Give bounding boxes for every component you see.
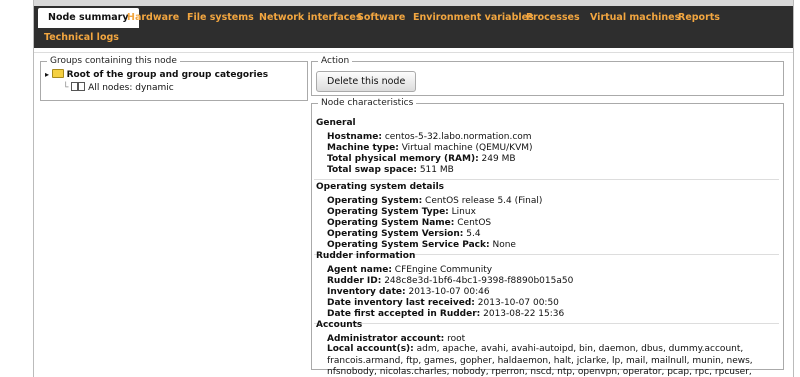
rudder-id-row: Rudder ID: 248c8e3d-1bf6-4bc1-9398-f8890…: [327, 276, 573, 286]
section-accounts-title: Accounts: [316, 320, 363, 330]
memory-label: Total physical memory (RAM):: [327, 154, 479, 164]
characteristics-legend: Node characteristics: [321, 98, 414, 108]
tree-root-node[interactable]: ▸ Root of the group and group categories: [45, 69, 268, 80]
os-type-value: Linux: [451, 207, 476, 217]
os-version-value: 5.4: [466, 229, 481, 239]
section-general-title: General: [316, 118, 356, 128]
hostname-label: Hostname:: [327, 132, 382, 142]
delete-node-button[interactable]: Delete this node: [316, 71, 417, 92]
admin-account-row: Administrator account: root: [327, 334, 465, 344]
memory-value: 249 MB: [481, 154, 516, 164]
local-accounts-label: Local account(s):: [327, 344, 414, 354]
last-received-value: 2013-10-07 00:50: [477, 298, 559, 308]
groups-fieldset: Groups containing this node ▸ Root of th…: [40, 56, 308, 101]
section-divider: [314, 323, 779, 324]
machine-type-label: Machine type:: [327, 143, 399, 153]
os-value: CentOS release 5.4 (Final): [425, 196, 543, 206]
characteristics-fieldset: Node characteristics General Hostname: c…: [311, 98, 784, 377]
os-label: Operating System:: [327, 196, 423, 206]
inventory-date-label: Inventory date:: [327, 287, 406, 297]
tab-bar-top-edge: [34, 0, 793, 6]
tree-expand-icon[interactable]: ▸: [45, 70, 52, 79]
os-version-row: Operating System Version: 5.4: [327, 229, 481, 239]
tree-root-label: Root of the group and group categories: [66, 70, 269, 80]
groups-legend: Groups containing this node: [50, 56, 177, 66]
tab-content-divider: [34, 48, 793, 53]
admin-account-label: Administrator account:: [327, 334, 445, 344]
swap-row: Total swap space: 511 MB: [327, 165, 454, 175]
document-icon: [71, 82, 79, 91]
agent-label: Agent name:: [327, 265, 392, 275]
tab-bar: Node summary Hardware File systems Netwo…: [34, 0, 793, 48]
machine-type-row: Machine type: Virtual machine (QEMU/KVM): [327, 143, 533, 153]
last-received-label: Date inventory last received:: [327, 298, 475, 308]
first-accepted-row: Date first accepted in Rudder: 2013-08-2…: [327, 309, 564, 319]
os-name-row: Operating System Name: CentOS: [327, 218, 491, 228]
os-name-value: CentOS: [457, 218, 492, 228]
last-received-row: Date inventory last received: 2013-10-07…: [327, 298, 559, 308]
action-legend: Action: [321, 56, 350, 66]
local-accounts-row: Local account(s): adm, apache, avahi, av…: [327, 344, 782, 377]
os-row: Operating System: CentOS release 5.4 (Fi…: [327, 196, 542, 206]
agent-value: CFEngine Community: [394, 265, 493, 275]
os-sp-value: None: [492, 240, 516, 250]
os-type-label: Operating System Type:: [327, 207, 449, 217]
rudder-id-value: 248c8e3d-1bf6-4bc1-9398-f8890b015a50: [384, 276, 574, 286]
node-details-panel: Node summary Hardware File systems Netwo…: [33, 0, 794, 377]
memory-row: Total physical memory (RAM): 249 MB: [327, 154, 516, 164]
hostname-row: Hostname: centos-5-32.labo.normation.com: [327, 132, 532, 142]
document-icon: [78, 82, 86, 91]
os-name-label: Operating System Name:: [327, 218, 455, 228]
tree-child-node[interactable]: └ All nodes: dynamic: [63, 82, 174, 93]
rudder-id-label: Rudder ID:: [327, 276, 382, 286]
tree-child-label: All nodes: dynamic: [88, 83, 174, 93]
os-sp-row: Operating System Service Pack: None: [327, 240, 516, 250]
first-accepted-value: 2013-08-22 15:36: [483, 309, 565, 319]
tree-connector-icon: └: [63, 83, 69, 93]
inventory-date-row: Inventory date: 2013-10-07 00:46: [327, 287, 490, 297]
machine-type-value: Virtual machine (QEMU/KVM): [401, 143, 533, 153]
admin-account-value: root: [447, 334, 466, 344]
inventory-date-value: 2013-10-07 00:46: [408, 287, 490, 297]
folder-icon: [51, 69, 64, 78]
page: Node summary Hardware File systems Netwo…: [0, 0, 800, 377]
first-accepted-label: Date first accepted in Rudder:: [327, 309, 481, 319]
os-sp-label: Operating System Service Pack:: [327, 240, 490, 250]
os-version-label: Operating System Version:: [327, 229, 464, 239]
section-os-title: Operating system details: [316, 182, 445, 192]
tab-processes[interactable]: Processes: [516, 8, 590, 28]
action-fieldset: Action Delete this node: [311, 56, 784, 96]
tab-reports[interactable]: Reports: [668, 8, 730, 28]
swap-label: Total swap space:: [327, 165, 417, 175]
agent-row: Agent name: CFEngine Community: [327, 265, 492, 275]
section-rudder-title: Rudder information: [316, 251, 416, 261]
section-divider: [314, 179, 779, 180]
tab-technical-logs[interactable]: Technical logs: [34, 28, 129, 48]
os-type-row: Operating System Type: Linux: [327, 207, 476, 217]
hostname-value: centos-5-32.labo.normation.com: [384, 132, 532, 142]
swap-value: 511 MB: [419, 165, 454, 175]
